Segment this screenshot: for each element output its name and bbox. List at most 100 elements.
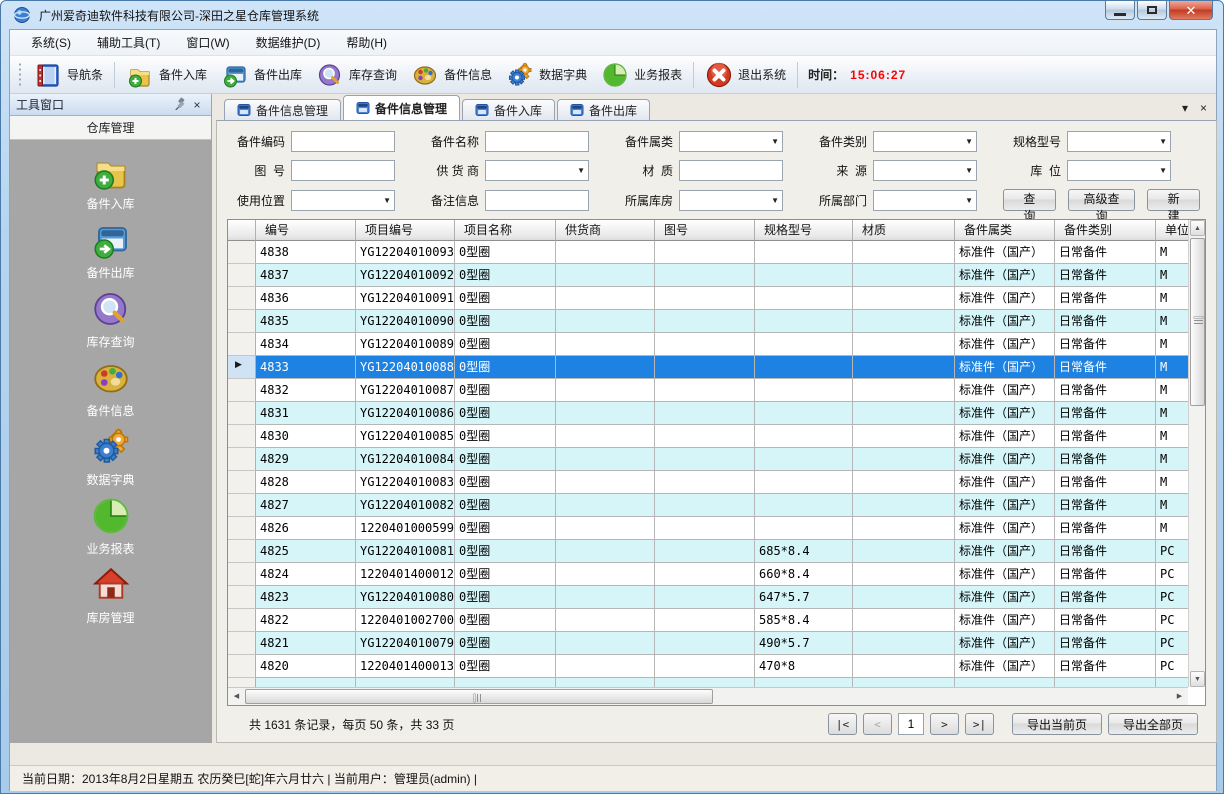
- row-selector[interactable]: [228, 379, 256, 402]
- toolbar-parts-info-button[interactable]: 备件信息: [404, 58, 499, 92]
- table-row[interactable]: 4820 1220401400013 0型圈 470*8 标准件（国产） 日常备…: [228, 655, 1188, 678]
- table-row[interactable]: 4838 YG12204010093 0型圈 标准件（国产） 日常备件: [228, 241, 1188, 264]
- row-selector[interactable]: [228, 402, 256, 425]
- column-header[interactable]: 项目名称: [455, 220, 556, 241]
- advanced-query-button[interactable]: 高级查询: [1068, 189, 1136, 211]
- first-page-button[interactable]: |<: [828, 713, 857, 735]
- menu-item[interactable]: 数据维护(D): [243, 30, 334, 55]
- column-header[interactable]: 备件类别: [1055, 220, 1156, 241]
- scroll-right-icon[interactable]: ▶: [1172, 689, 1187, 704]
- toolbar-data-dict-button[interactable]: 数据字典: [499, 58, 594, 92]
- vertical-scroll-thumb[interactable]: [1190, 238, 1205, 406]
- page-number-input[interactable]: [898, 713, 924, 735]
- export-all-button[interactable]: 导出全部页: [1108, 713, 1198, 735]
- toolbar-report-button[interactable]: 业务报表: [594, 58, 689, 92]
- sidebar-item-warehouse[interactable]: 库房管理: [51, 564, 171, 626]
- row-selector[interactable]: [228, 448, 256, 471]
- row-selector[interactable]: [228, 494, 256, 517]
- table-row[interactable]: 4827 YG12204010082 0型圈 标准件（国产） 日常备件: [228, 494, 1188, 517]
- toolbar-navbar-button[interactable]: 导航条: [27, 58, 110, 92]
- table-row[interactable]: 4824 1220401400012 0型圈 660*8.4 标准件（国产） 日…: [228, 563, 1188, 586]
- name-input[interactable]: [485, 131, 589, 152]
- tab[interactable]: 备件入库: [462, 99, 555, 120]
- table-row[interactable]: 4831 YG12204010086 0型圈 标准件（国产） 日常备件: [228, 402, 1188, 425]
- table-row[interactable]: 4830 YG12204010085 0型圈 标准件（国产） 日常备件: [228, 425, 1188, 448]
- toolbar-grip[interactable]: [18, 62, 22, 88]
- sidebar-item-data-dict[interactable]: 数据字典: [51, 426, 171, 488]
- menu-item[interactable]: 窗口(W): [173, 30, 242, 55]
- minimize-button[interactable]: [1105, 1, 1135, 20]
- export-current-button[interactable]: 导出当前页: [1012, 713, 1102, 735]
- table-row[interactable]: 4822 1220401002700 0型圈 585*8.4 标准件（国产） 日…: [228, 609, 1188, 632]
- sidebar-item-parts-info[interactable]: 备件信息: [51, 357, 171, 419]
- table-row[interactable]: 4832 YG12204010087 0型圈 标准件（国产） 日常备件: [228, 379, 1188, 402]
- prev-page-button[interactable]: <: [863, 713, 892, 735]
- drawing-input[interactable]: [291, 160, 395, 181]
- table-row[interactable]: 4823 YG12204010080 0型圈 647*5.7 标准件（国产） 日…: [228, 586, 1188, 609]
- column-header[interactable]: 供货商: [556, 220, 655, 241]
- last-page-button[interactable]: >|: [965, 713, 994, 735]
- row-selector[interactable]: [228, 471, 256, 494]
- type-select[interactable]: ▼: [873, 131, 977, 152]
- pin-icon[interactable]: [173, 96, 189, 113]
- location-select[interactable]: ▼: [1067, 160, 1171, 181]
- department-select[interactable]: ▼: [873, 190, 977, 211]
- horizontal-scrollbar[interactable]: ◀ ▶: [228, 687, 1188, 705]
- tab[interactable]: 备件出库: [557, 99, 650, 120]
- sidebar-section-title[interactable]: 仓库管理: [10, 116, 211, 140]
- toolbar-exit-button[interactable]: 退出系统: [698, 58, 793, 92]
- source-select[interactable]: ▼: [873, 160, 977, 181]
- table-row[interactable]: 4834 YG12204010089 0型圈 标准件（国产） 日常备件: [228, 333, 1188, 356]
- toolbar-parts-in-button[interactable]: 备件入库: [119, 58, 214, 92]
- row-selector[interactable]: [228, 632, 256, 655]
- horizontal-scroll-thumb[interactable]: [245, 689, 713, 704]
- menu-item[interactable]: 系统(S): [18, 30, 84, 55]
- column-header[interactable]: 图号: [655, 220, 755, 241]
- spec-select[interactable]: ▼: [1067, 131, 1171, 152]
- column-header[interactable]: 单位: [1156, 220, 1188, 241]
- tab[interactable]: 备件信息管理: [224, 99, 341, 120]
- query-button[interactable]: 查询: [1003, 189, 1056, 211]
- row-selector[interactable]: [228, 310, 256, 333]
- material-input[interactable]: [679, 160, 783, 181]
- row-selector[interactable]: [228, 287, 256, 310]
- column-header[interactable]: 编号: [256, 220, 356, 241]
- vertical-scrollbar[interactable]: ▲ ▼: [1188, 220, 1205, 687]
- toolbar-stock-query-button[interactable]: 库存查询: [309, 58, 404, 92]
- sidebar-item-report[interactable]: 业务报表: [51, 495, 171, 557]
- remark-input[interactable]: [485, 190, 589, 211]
- next-page-button[interactable]: >: [930, 713, 959, 735]
- scroll-down-icon[interactable]: ▼: [1190, 671, 1205, 687]
- row-selector[interactable]: [228, 586, 256, 609]
- table-row[interactable]: 4836 YG12204010091 0型圈 标准件（国产） 日常备件: [228, 287, 1188, 310]
- row-selector[interactable]: [228, 264, 256, 287]
- row-selector[interactable]: [228, 425, 256, 448]
- tab[interactable]: 备件信息管理: [343, 95, 460, 120]
- table-row[interactable]: 4826 1220401000599 0型圈 标准件（国产） 日常备件: [228, 517, 1188, 540]
- use-position-select[interactable]: ▼: [291, 190, 395, 211]
- row-selector[interactable]: [228, 241, 256, 264]
- column-header[interactable]: 材质: [853, 220, 955, 241]
- sidebar-close-icon[interactable]: ×: [189, 98, 205, 112]
- close-button[interactable]: ✕: [1169, 1, 1213, 20]
- supplier-select[interactable]: ▼: [485, 160, 589, 181]
- menu-item[interactable]: 帮助(H): [333, 30, 400, 55]
- table-row[interactable]: 4828 YG12204010083 0型圈 标准件（国产） 日常备件: [228, 471, 1188, 494]
- column-header[interactable]: 备件属类: [955, 220, 1055, 241]
- table-row[interactable]: 4821 YG12204010079 0型圈 490*5.7 标准件（国产） 日…: [228, 632, 1188, 655]
- warehouse-select[interactable]: ▼: [679, 190, 783, 211]
- menu-item[interactable]: 辅助工具(T): [84, 30, 173, 55]
- scroll-left-icon[interactable]: ◀: [229, 689, 244, 704]
- table-row[interactable]: 4833 YG12204010088 0型圈 标准件（国产） 日常备件: [228, 356, 1188, 379]
- category-select[interactable]: ▼: [679, 131, 783, 152]
- row-selector[interactable]: [228, 356, 256, 379]
- tab-scroll-icon[interactable]: ▾: [1182, 101, 1188, 115]
- scroll-up-icon[interactable]: ▲: [1190, 220, 1205, 236]
- row-selector[interactable]: [228, 655, 256, 678]
- code-input[interactable]: [291, 131, 395, 152]
- column-header[interactable]: 项目编号: [356, 220, 455, 241]
- table-row[interactable]: 4837 YG12204010092 0型圈 标准件（国产） 日常备件: [228, 264, 1188, 287]
- table-row[interactable]: 4825 YG12204010081 0型圈 685*8.4 标准件（国产） 日…: [228, 540, 1188, 563]
- row-selector[interactable]: [228, 517, 256, 540]
- row-selector[interactable]: [228, 563, 256, 586]
